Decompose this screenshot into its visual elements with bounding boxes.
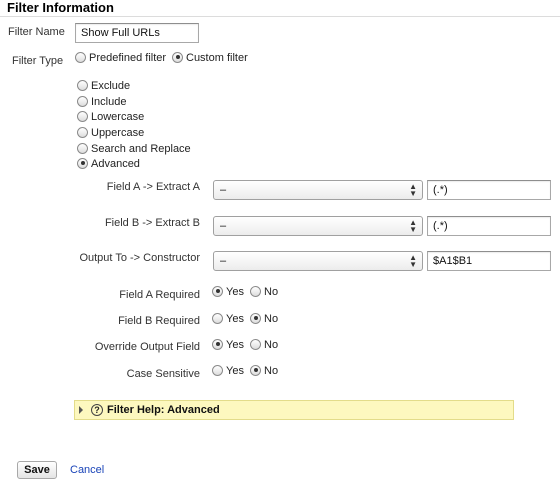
radio-button-selected[interactable] [77, 157, 88, 169]
filter-name-label: Filter Name [8, 26, 65, 38]
override-output-no[interactable]: No [250, 338, 279, 351]
case-sensitive-no[interactable]: No [250, 364, 279, 377]
select-arrows-icon: ▲ ▼ [409, 218, 417, 234]
output-select-value: – [220, 255, 227, 267]
radio-button-selected[interactable] [250, 312, 261, 324]
filter-type-label: Filter Type [12, 55, 64, 67]
select-arrows-icon: ▲ ▼ [409, 182, 417, 198]
output-label: Output To -> Constructor [79, 252, 200, 264]
radio-button[interactable] [250, 338, 261, 350]
radio-button-selected[interactable] [212, 338, 223, 350]
case-sensitive-yes[interactable]: Yes [212, 364, 244, 377]
radio-button[interactable] [77, 126, 88, 138]
radio-button[interactable] [77, 95, 88, 107]
output-select[interactable]: – ▲ ▼ [213, 251, 423, 271]
radio-button[interactable] [75, 51, 86, 63]
radio-include[interactable]: Include [77, 95, 127, 108]
radio-button[interactable] [77, 142, 88, 154]
radio-button[interactable] [77, 79, 88, 91]
radio-advanced[interactable]: Advanced [77, 157, 140, 170]
field-b-required-label: Field B Required [118, 315, 200, 327]
radio-label: Search and Replace [91, 143, 191, 155]
radio-uppercase[interactable]: Uppercase [77, 126, 145, 139]
section-title: Filter Information [7, 0, 114, 15]
radio-label: Predefined filter [89, 52, 167, 64]
radio-label: Custom filter [186, 52, 248, 64]
radio-label: Lowercase [91, 111, 145, 123]
radio-label: Uppercase [91, 127, 145, 139]
filter-name-input[interactable]: Show Full URLs [75, 23, 199, 43]
radio-label: No [264, 286, 279, 298]
radio-button[interactable] [77, 110, 88, 122]
radio-exclude[interactable]: Exclude [77, 79, 131, 92]
radio-label: Yes [226, 339, 244, 351]
cancel-link[interactable]: Cancel [70, 464, 104, 476]
filter-help-label[interactable]: Filter Help: Advanced [107, 404, 220, 416]
radio-button-selected[interactable] [250, 364, 261, 376]
radio-label: No [264, 339, 279, 351]
field-b-required-no[interactable]: No [250, 312, 279, 325]
filter-help-panel[interactable]: ? Filter Help: Advanced [74, 400, 514, 420]
radio-button[interactable] [212, 364, 223, 376]
radio-label: No [264, 365, 279, 377]
radio-label: Yes [226, 286, 244, 298]
field-b-extract-input[interactable]: (.*) [427, 216, 551, 236]
radio-button-selected[interactable] [212, 285, 223, 297]
override-output-label: Override Output Field [94, 341, 200, 353]
field-a-required-no[interactable]: No [250, 285, 279, 298]
field-a-extract-input[interactable]: (.*) [427, 180, 551, 200]
field-a-required-label: Field A Required [119, 289, 200, 301]
output-constructor-input[interactable]: $A1$B1 [427, 251, 551, 271]
field-b-required-yes[interactable]: Yes [212, 312, 244, 325]
expand-triangle-icon[interactable] [79, 406, 83, 414]
radio-label: Yes [226, 313, 244, 325]
radio-search-and-replace[interactable]: Search and Replace [77, 142, 191, 155]
case-sensitive-label: Case Sensitive [126, 368, 200, 380]
radio-custom-filter[interactable]: Custom filter [172, 51, 248, 64]
field-a-select-value: – [220, 184, 227, 196]
field-a-required-yes[interactable]: Yes [212, 285, 244, 298]
field-a-select[interactable]: – ▲ ▼ [213, 180, 423, 200]
radio-predefined-filter[interactable]: Predefined filter [75, 51, 167, 64]
field-b-select[interactable]: – ▲ ▼ [213, 216, 423, 236]
radio-label: Yes [226, 365, 244, 377]
override-output-yes[interactable]: Yes [212, 338, 244, 351]
radio-label: Exclude [91, 80, 131, 92]
radio-button[interactable] [250, 285, 261, 297]
field-b-label: Field B -> Extract B [104, 217, 200, 229]
field-a-label: Field A -> Extract A [106, 181, 200, 193]
radio-lowercase[interactable]: Lowercase [77, 110, 145, 123]
radio-button-selected[interactable] [172, 51, 183, 63]
field-b-select-value: – [220, 220, 227, 232]
radio-label: Include [91, 96, 127, 108]
radio-label: No [264, 313, 279, 325]
title-divider [0, 16, 560, 17]
question-icon: ? [91, 404, 103, 416]
radio-button[interactable] [212, 312, 223, 324]
save-button[interactable]: Save [17, 461, 57, 479]
radio-label: Advanced [91, 158, 140, 170]
select-arrows-icon: ▲ ▼ [409, 253, 417, 269]
